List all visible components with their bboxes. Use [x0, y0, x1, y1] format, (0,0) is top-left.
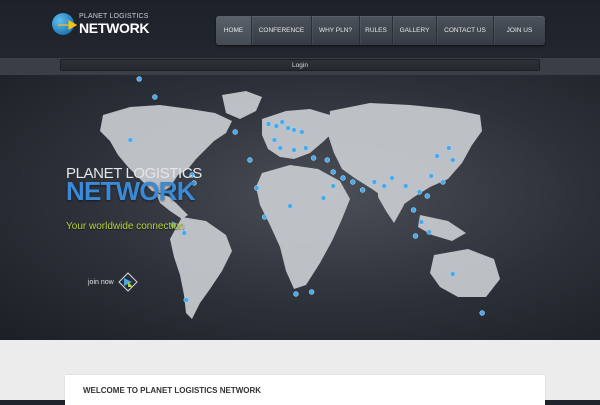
hero-banner: PLANET LOGISTICS NETWORK Your worldwide … [0, 75, 600, 340]
location-pin [424, 193, 430, 199]
location-pin [291, 127, 297, 133]
location-pin [261, 214, 268, 220]
location-pin [254, 185, 260, 191]
join-now-button[interactable]: join now [88, 271, 138, 293]
login-link[interactable]: Login [292, 62, 308, 69]
location-pin [330, 183, 336, 189]
welcome-card: WELCOME TO PLANET LOGISTICS NETWORK [65, 375, 545, 405]
content-area: WELCOME TO PLANET LOGISTICS NETWORK [0, 340, 600, 405]
join-now-label: join now [88, 278, 114, 286]
location-pin [389, 175, 395, 181]
location-pin [293, 291, 299, 297]
location-pin [410, 207, 417, 213]
location-pin [412, 233, 419, 239]
location-pin [277, 145, 283, 151]
africa-shape [256, 165, 350, 289]
location-pin [418, 219, 425, 225]
world-map [100, 76, 500, 319]
join-arrow-icon [117, 272, 138, 292]
location-pin [303, 145, 309, 151]
location-pin [308, 289, 315, 295]
location-pin [247, 157, 253, 163]
greenland-shape [222, 91, 262, 119]
southeast-asia-shape [418, 215, 466, 241]
location-pin [350, 179, 356, 185]
nav-item-why-pln[interactable]: WHY PLN? [312, 16, 360, 45]
hero-title-main: NETWORK [66, 176, 196, 206]
location-pin [127, 137, 134, 143]
site-logo[interactable]: PLANET LOGISTICS NETWORK [52, 11, 152, 41]
location-pin [371, 179, 378, 185]
location-pin [479, 310, 485, 316]
site-header: PLANET LOGISTICS NETWORK HOME CONFERENCE W… [0, 0, 600, 58]
location-pin [232, 129, 238, 135]
hero-tagline: Your worldwide connection [66, 221, 185, 232]
location-pin [359, 187, 366, 193]
australia-shape [430, 249, 500, 297]
location-pin [273, 123, 280, 129]
location-pin [271, 137, 278, 143]
location-pin [291, 147, 297, 153]
location-pin [310, 155, 317, 161]
location-pin [434, 153, 440, 159]
location-pin [324, 157, 331, 163]
welcome-title: WELCOME TO PLANET LOGISTICS NETWORK [83, 386, 262, 395]
location-pin [299, 129, 305, 135]
nav-item-home[interactable]: HOME [216, 16, 252, 45]
location-pin [446, 145, 452, 151]
location-pin [330, 169, 336, 175]
location-pin [381, 183, 387, 189]
arrow-logo-icon [58, 19, 77, 31]
location-pin [285, 125, 291, 131]
location-pin [279, 119, 285, 125]
location-pin [287, 203, 293, 209]
location-pin [450, 157, 456, 163]
location-pin [136, 76, 142, 82]
login-bar[interactable]: Login [60, 59, 540, 71]
europe-shape [262, 109, 336, 159]
location-pin [440, 179, 446, 185]
location-pin [183, 297, 189, 303]
nav-item-contact-us[interactable]: CONTACT US [437, 16, 494, 45]
south-america-shape [170, 217, 232, 319]
location-pin [152, 94, 158, 100]
nav-item-join-us[interactable]: JOIN US [494, 16, 545, 45]
logo-line2: NETWORK [79, 20, 150, 36]
location-pin [340, 175, 346, 181]
location-pin [416, 189, 423, 195]
nav-item-gallery[interactable]: GALLERY [393, 16, 437, 45]
logo-line1: PLANET LOGISTICS [79, 13, 149, 20]
main-nav: HOME CONFERENCE WHY PLN? RULES GALLERY CONTAC… [216, 16, 545, 45]
nav-item-rules[interactable]: RULES [360, 16, 393, 45]
location-pin [320, 195, 327, 201]
location-pin [450, 271, 456, 277]
location-pin [428, 173, 434, 179]
location-pin [426, 229, 432, 235]
location-pin [265, 121, 272, 127]
location-pin [403, 183, 409, 189]
nav-item-conference[interactable]: CONFERENCE [252, 16, 312, 45]
